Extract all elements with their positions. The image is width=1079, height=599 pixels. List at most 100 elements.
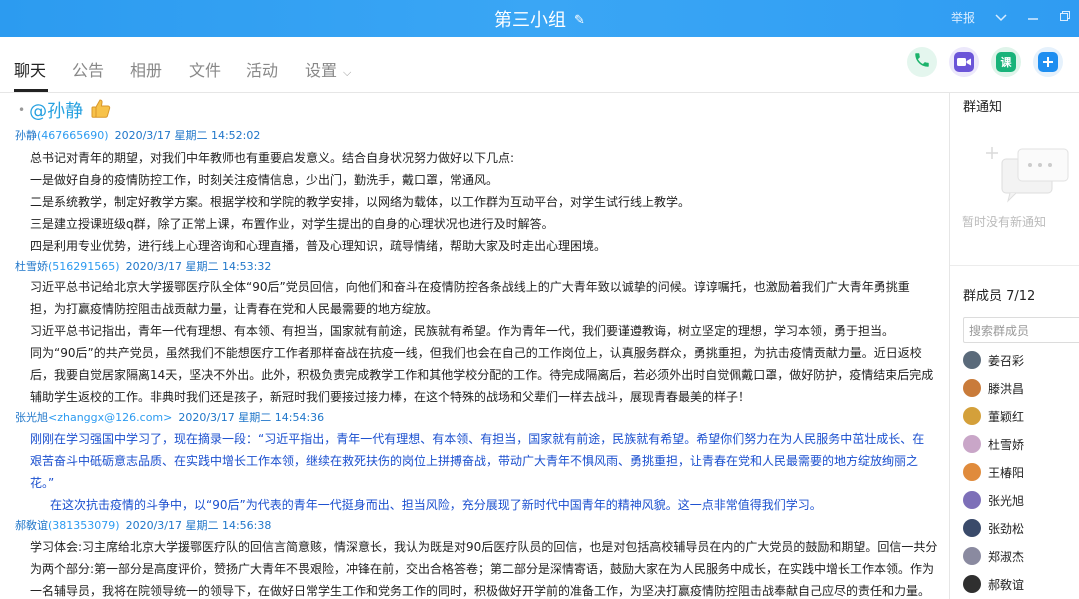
empty-notice-icon: [962, 131, 1072, 221]
sender-name[interactable]: 孙静: [15, 129, 37, 142]
report-link[interactable]: 举报: [951, 9, 975, 26]
tab-files[interactable]: 文件: [189, 57, 221, 81]
member-item[interactable]: 张光旭: [963, 489, 1024, 511]
tab-activity[interactable]: 活动: [246, 57, 278, 81]
window-controls: 举报: [951, 9, 1071, 26]
message-line: 为两个部分:第一部分是高度评价，赞扬广大青年不畏艰险，冲锋在前，交出合格答卷；第…: [30, 562, 935, 576]
message-time: 2020/3/17 星期二 14:53:32: [125, 260, 272, 273]
member-item[interactable]: 郝敎谊: [963, 573, 1024, 595]
video-icon: [954, 52, 974, 72]
class-icon: 课: [996, 52, 1016, 72]
sender-name[interactable]: 张光旭: [15, 411, 48, 424]
sender-name[interactable]: 郝敎谊: [15, 519, 48, 532]
message-line: 总书记对青年的期望，对我们中年教师也有重要启发意义。结合自身状况努力做好以下几点…: [30, 151, 515, 165]
video-call-button[interactable]: [949, 47, 979, 77]
member-name: 滕洪昌: [988, 381, 1025, 396]
message-line: 习近平总书记给北京大学援鄂医疗队全体“90后”党员回信，向他们和奋斗在疫情防控各…: [30, 280, 910, 294]
mention-text: @孙静: [29, 101, 84, 122]
member-name: 姜召彩: [988, 353, 1025, 368]
member-name: 郝敎谊: [988, 577, 1025, 592]
avatar: [963, 435, 981, 453]
bullet-dot: •: [18, 103, 26, 117]
message-line: 花。”: [30, 476, 55, 490]
chevron-down-icon: ⌵: [343, 66, 352, 79]
member-item[interactable]: 董颖红: [963, 405, 1024, 427]
side-panel: 群通知 暂时没有新通知 群成员 7/12 搜索群成员 姜召彩 滕洪昌 董颖红 杜…: [949, 93, 1079, 599]
member-item[interactable]: 姜召彩: [963, 349, 1024, 371]
collapse-icon[interactable]: ⌃: [934, 93, 944, 101]
member-item[interactable]: 郑淑杰: [963, 545, 1024, 567]
member-name: 杜雪娇: [988, 437, 1025, 452]
member-name: 张劲松: [988, 521, 1025, 536]
member-item[interactable]: 滕洪昌: [963, 377, 1024, 399]
message-line: 一名辅导员，我将在院领导统一的领导下，在做好日常学生工作和党务工作的同时，积极做…: [30, 584, 931, 598]
sender-id: (467665690): [37, 129, 109, 142]
message-line: 辅助学生返校的工作。非典时我们还是孩子，新冠时我们要接过接力棒，在这个特殊的战场…: [30, 390, 751, 404]
tab-settings-label: 设置: [305, 61, 338, 80]
avatar: [963, 491, 981, 509]
phone-icon: [913, 51, 931, 73]
message-line: 在这次抗击疫情的斗争中，以“90后”为代表的青年一代挺身而出、担当风险，充分展现…: [50, 498, 822, 512]
message-line: 习近平总书记指出，青年一代有理想、有本领、有担当，国家就有前途，民族就有希望。作…: [30, 324, 895, 338]
group-title: 第三小组 ✎: [0, 6, 1079, 32]
title-bar: 第三小组 ✎ 举报: [0, 0, 1079, 37]
mention-message: • @孙静: [18, 97, 113, 123]
tab-settings[interactable]: 设置 ⌵: [305, 57, 351, 81]
message-line: 后，我要自觉居家隔离14天，坚决不外出。此外，积极负责完成教学工作和其他学校分配…: [30, 368, 934, 382]
avatar: [963, 575, 981, 593]
thumbs-up-icon: [89, 97, 113, 121]
sender-name[interactable]: 杜雪娇: [15, 260, 48, 273]
message-header: 孙静(467665690) 2020/3/17 星期二 14:52:02: [15, 127, 260, 143]
group-class-button[interactable]: 课: [991, 47, 1021, 77]
member-item[interactable]: 王椿阳: [963, 461, 1024, 483]
chat-history[interactable]: ⌃ • @孙静 孙静(467665690) 2020/3/17 星期二 14:52:…: [0, 93, 949, 599]
message-line: 一是做好自身的疫情防控工作，时刻关注疫情信息，少出门，勤洗手，戴口罩，常通风。: [30, 173, 499, 187]
message-line: 刚刚在学习强国中学习了，现在摘录一段：“习近平指出，青年一代有理想、有本领、有担…: [30, 432, 925, 446]
tab-announcement[interactable]: 公告: [72, 57, 104, 81]
message-header: 张光旭<zhanggx@126.com> 2020/3/17 星期二 14:54:…: [15, 409, 324, 425]
message-time: 2020/3/17 星期二 14:56:38: [125, 519, 272, 532]
member-item[interactable]: 杜雪娇: [963, 433, 1024, 455]
message-line: 同为“90后”的共产党员，虽然我们不能想医疗工作者那样奋战在抗疫一线，但我们也会…: [30, 346, 922, 360]
message-header: 郝敎谊(381353079) 2020/3/17 星期二 14:56:38: [15, 517, 271, 533]
member-search-input[interactable]: 搜索群成员: [963, 317, 1079, 343]
avatar: [963, 519, 981, 537]
avatar: [963, 547, 981, 565]
plus-chat-icon: [1038, 52, 1058, 72]
active-tab-indicator: [14, 89, 48, 92]
avatar: [963, 407, 981, 425]
avatar: [963, 351, 981, 369]
member-name: 董颖红: [988, 409, 1025, 424]
more-apps-button[interactable]: [1033, 47, 1063, 77]
avatar: [963, 379, 981, 397]
tab-bar: 聊天 公告 相册 文件 活动 设置 ⌵ 课: [0, 37, 1079, 93]
message-time: 2020/3/17 星期二 14:52:02: [114, 129, 261, 142]
sender-id: (381353079): [48, 519, 120, 532]
avatar: [963, 463, 981, 481]
minimize-icon[interactable]: [1027, 11, 1039, 25]
edit-icon[interactable]: ✎: [574, 13, 585, 28]
message-line: 二是系统教学，制定好教学方案。根据学校和学院的教学安排，以网络为载体，以工作群为…: [30, 195, 691, 209]
chevron-down-icon[interactable]: [995, 11, 1007, 25]
sender-id: (516291565): [48, 260, 120, 273]
message-time: 2020/3/17 星期二 14:54:36: [178, 411, 325, 424]
tab-album[interactable]: 相册: [130, 57, 162, 81]
member-name: 王椿阳: [988, 465, 1025, 480]
voice-call-button[interactable]: [907, 47, 937, 77]
member-name: 郑淑杰: [988, 549, 1025, 564]
message-line: 四是利用专业优势，进行线上心理咨询和心理直播，普及心理知识，疏导情绪，帮助大家及…: [30, 239, 607, 253]
divider: [950, 265, 1079, 266]
restore-icon[interactable]: [1059, 10, 1071, 25]
notice-title[interactable]: 群通知: [963, 96, 1002, 115]
tab-chat[interactable]: 聊天: [14, 57, 46, 81]
message-line: 三是建立授课班级q群，除了正常上课，布置作业，对学生提出的自身的心理状况也进行及…: [30, 217, 554, 231]
sender-id: <zhanggx@126.com>: [48, 411, 173, 424]
member-item[interactable]: 张劲松: [963, 517, 1024, 539]
members-title: 群成员 7/12: [963, 289, 1036, 304]
message-line: 艰苦奋斗中砥砺意志品质、在实践中增长工作本领，继续在救死扶伤的岗位上拼搏奋战，带…: [30, 454, 919, 468]
group-name: 第三小组: [494, 10, 567, 31]
message-line: 担，为打赢疫情防控阻击战贡献力量，让青春在党和人民最需要的地方绽放。: [30, 302, 439, 316]
message-header: 杜雪娇(516291565) 2020/3/17 星期二 14:53:32: [15, 258, 271, 274]
notice-empty-text: 暂时没有新通知: [962, 215, 1047, 229]
message-line: 学习体会:习主席给北京大学援鄂医疗队的回信言简意赅，情深意长，我认为既是对90后…: [30, 540, 938, 554]
